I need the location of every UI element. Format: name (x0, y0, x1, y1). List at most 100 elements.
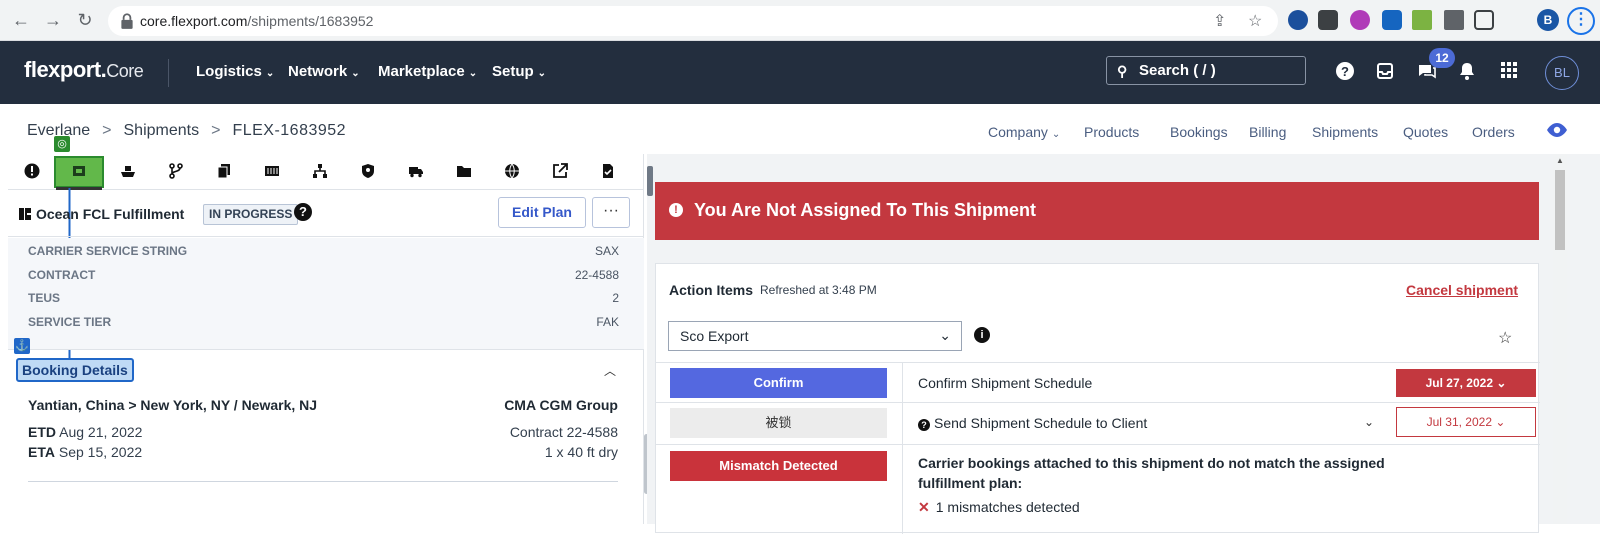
company-dropdown[interactable]: Company ⌄ (988, 124, 1060, 140)
confirm-button[interactable]: Confirm (670, 368, 887, 398)
help-icon[interactable]: ? (1334, 61, 1356, 83)
globe-icon (504, 163, 520, 182)
nav-logistics[interactable]: Logistics ⌄ (196, 63, 274, 80)
back-icon[interactable]: ← (10, 9, 32, 31)
edit-plan-button[interactable]: Edit Plan (498, 197, 586, 228)
detail-row: CARRIER SERVICE STRING SAX (28, 244, 619, 258)
nav-marketplace[interactable]: Marketplace ⌄ (378, 63, 477, 80)
chevron-up-icon[interactable]: ︿ (604, 362, 616, 379)
reload-icon[interactable]: ↻ (74, 9, 96, 31)
breadcrumb-shipment-id: FLEX-1683952 (232, 122, 347, 139)
tab-external[interactable] (536, 156, 584, 188)
tab-route[interactable] (152, 156, 200, 188)
help-icon[interactable]: ? (918, 419, 930, 431)
extension-1-icon[interactable] (1288, 10, 1308, 30)
flexport-logo[interactable]: flexport.Core (24, 57, 144, 83)
not-assigned-alert: ! You Are Not Assigned To This Shipment (655, 182, 1539, 240)
panel-resize-handle[interactable] (647, 166, 653, 196)
bell-icon[interactable] (1456, 61, 1478, 83)
link-bookings[interactable]: Bookings (1170, 124, 1228, 140)
fulfillment-header: Ocean FCL Fulfillment IN PROGRESS ? Edit… (8, 191, 644, 237)
app-header: flexport.Core Logistics ⌄ Network ⌄ Market… (0, 41, 1600, 104)
tab-info[interactable] (8, 156, 56, 188)
user-avatar[interactable]: BL (1545, 56, 1579, 90)
extension-5-icon[interactable] (1412, 10, 1432, 30)
task-row: Mismatch Detected Carrier bookings attac… (656, 444, 1540, 534)
eye-icon[interactable] (1546, 122, 1568, 138)
nav-setup[interactable]: Setup ⌄ (492, 63, 546, 80)
nav-network[interactable]: Network ⌄ (288, 63, 360, 80)
truck-icon (408, 163, 424, 182)
chevron-down-icon[interactable]: ⌄ (1364, 415, 1374, 429)
due-date-dropdown[interactable]: Jul 27, 2022 ⌄ (1396, 369, 1536, 397)
documents-icon (216, 163, 232, 182)
link-orders[interactable]: Orders (1472, 124, 1515, 140)
error-x-icon: ✕ (918, 499, 930, 515)
address-bar[interactable]: core.flexport.com/shipments/1683952 ⇪ ☆ (108, 6, 1278, 36)
extension-3-icon[interactable] (1350, 10, 1370, 30)
locked-button[interactable]: 被锁 (670, 408, 887, 438)
breadcrumb-separator: > (211, 122, 221, 139)
detail-row: CONTRACT 22-4588 (28, 268, 619, 282)
link-shipments[interactable]: Shipments (1312, 124, 1378, 140)
breadcrumb-shipments[interactable]: Shipments (124, 122, 200, 139)
status-badge: IN PROGRESS (203, 204, 299, 225)
more-options-button[interactable]: ··· (592, 197, 630, 228)
tab-ship[interactable] (104, 156, 152, 188)
tab-trucking[interactable] (392, 156, 440, 188)
cancel-shipment-link[interactable]: Cancel shipment (1406, 282, 1518, 298)
route-text: Yantian, China > New York, NY / Newark, … (28, 397, 318, 413)
route-icon (168, 162, 184, 182)
booking-details-heading[interactable]: Booking Details (16, 358, 134, 382)
browser-profile-avatar[interactable]: B (1537, 9, 1559, 31)
inbox-icon[interactable] (1374, 61, 1396, 83)
mismatch-message: Carrier bookings attached to this shipme… (918, 455, 1385, 491)
forward-icon[interactable]: → (42, 9, 64, 31)
tab-files[interactable] (440, 156, 488, 188)
network-icon (312, 163, 328, 182)
action-panel: ! You Are Not Assigned To This Shipment … (647, 154, 1600, 534)
eta-line: ETA Sep 15, 2022 (28, 444, 143, 460)
task-text: ? Send Shipment Schedule to Client (918, 415, 1147, 431)
star-icon[interactable]: ☆ (1498, 328, 1512, 348)
checklist-icon (600, 163, 616, 182)
folder-icon (456, 163, 472, 182)
detail-tab-bar (8, 154, 644, 190)
link-billing[interactable]: Billing (1249, 124, 1286, 140)
refreshed-time: Refreshed at 3:48 PM (760, 283, 877, 297)
section-divider (28, 481, 618, 482)
tab-fulfillment[interactable] (54, 156, 104, 190)
tab-checklist[interactable] (584, 156, 632, 188)
scroll-up-icon[interactable]: ▲ (1556, 156, 1564, 165)
help-icon[interactable]: ? (294, 203, 312, 221)
link-quotes[interactable]: Quotes (1403, 124, 1448, 140)
etd-line: ETD Aug 21, 2022 (28, 424, 143, 440)
extensions-puzzle-icon[interactable] (1444, 10, 1464, 30)
search-box[interactable]: ⚲ Search ( / ) (1106, 56, 1306, 85)
apps-grid-icon[interactable] (1498, 61, 1520, 83)
action-items-title: Action Items (669, 282, 754, 298)
svg-text:?: ? (1341, 64, 1349, 79)
side-panel-icon[interactable] (1474, 10, 1494, 30)
browser-menu-icon[interactable]: ⋮ (1567, 7, 1595, 35)
info-icon[interactable]: i (974, 327, 990, 343)
link-products[interactable]: Products (1084, 124, 1139, 140)
due-date-dropdown[interactable]: Jul 31, 2022 ⌄ (1396, 407, 1536, 437)
detail-row: SERVICE TIER FAK (28, 315, 619, 329)
extension-4-icon[interactable] (1382, 10, 1402, 30)
external-link-icon (552, 162, 568, 182)
mismatch-detected-button[interactable]: Mismatch Detected (670, 451, 887, 481)
share-icon[interactable]: ⇪ (1213, 11, 1226, 31)
tab-container[interactable] (248, 156, 296, 188)
tab-documents[interactable] (200, 156, 248, 188)
tab-global[interactable] (488, 156, 536, 188)
scrollbar-thumb[interactable] (1555, 170, 1565, 250)
tab-security[interactable] (344, 156, 392, 188)
equipment-text: 1 x 40 ft dry (544, 444, 618, 460)
messages-count-badge: 12 (1429, 48, 1455, 68)
tab-network[interactable] (296, 156, 344, 188)
bookmark-star-icon[interactable]: ☆ (1248, 11, 1262, 31)
extension-2-icon[interactable] (1318, 10, 1338, 30)
team-filter-select[interactable]: Sco Export ⌄ (668, 321, 962, 351)
page-scrollbar[interactable]: ▲ (1553, 154, 1567, 524)
